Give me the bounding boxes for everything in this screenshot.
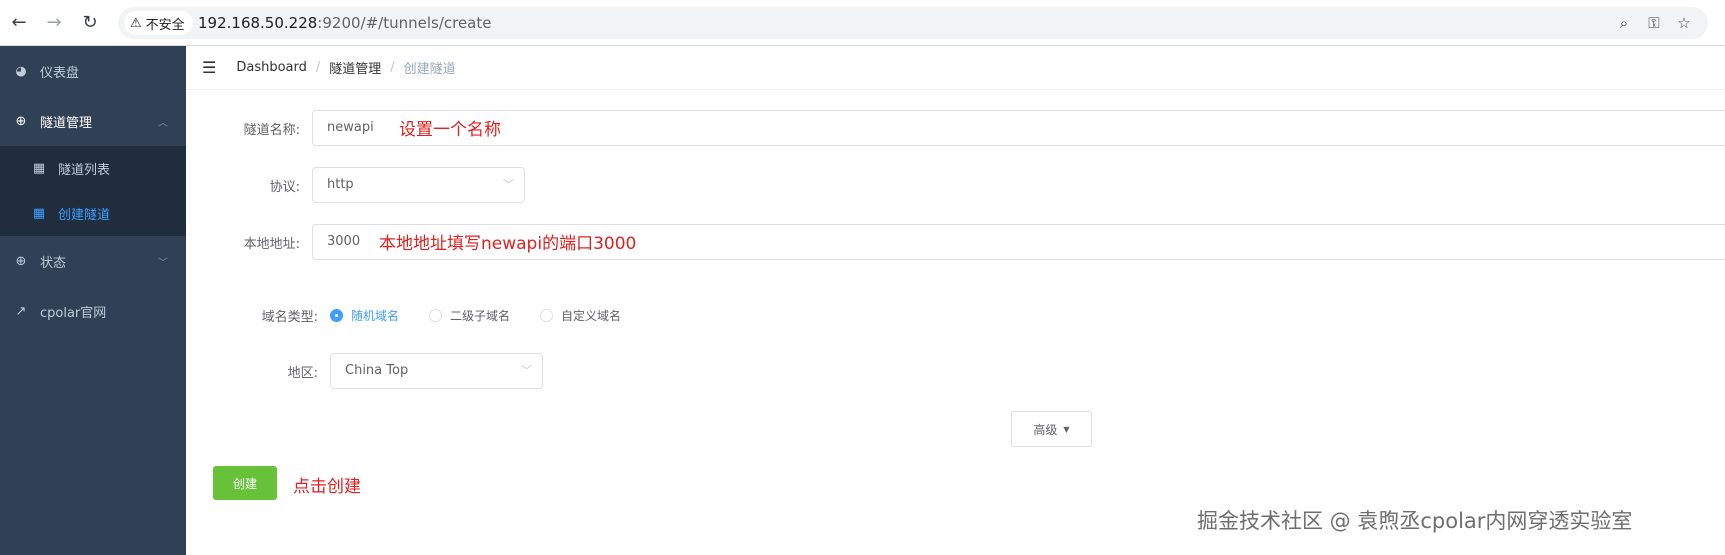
sidebar-item-tunnel-management[interactable]: ⊕ 隧道管理 ︿ <box>0 96 186 146</box>
forward-icon[interactable]: → <box>41 10 67 36</box>
protocol-value: http <box>327 177 354 192</box>
domain-type-label: 域名类型: <box>261 310 318 325</box>
url-host: 192.168.50.228 <box>198 14 318 32</box>
sidebar-item-label: cpolar官网 <box>40 305 107 321</box>
breadcrumb-separator: / <box>315 60 321 75</box>
radio-label: 二级子域名 <box>450 309 511 323</box>
submenu-tunnels: ▦ 隧道列表 ▦ 创建隧道 <box>0 146 186 236</box>
chevron-up-icon: ︿ <box>158 117 168 129</box>
sidebar-item-label: 隧道列表 <box>58 163 111 178</box>
plus-circle-icon: ⊕ <box>15 113 27 129</box>
grid-icon: ▦ <box>32 206 46 221</box>
advanced-button[interactable]: 高级 ▼ <box>1011 411 1092 447</box>
region-select[interactable]: China Top ﹀ <box>330 353 543 389</box>
region-value: China Top <box>345 363 409 378</box>
plus-circle-icon: ⊕ <box>15 253 27 269</box>
tunnel-name-label: 隧道名称: <box>243 123 300 138</box>
warning-icon: ⚠ <box>130 15 142 31</box>
sidebar-item-tunnel-list[interactable]: ▦ 隧道列表 <box>0 146 186 191</box>
radio-subdomain[interactable]: 二级子域名 <box>429 307 510 324</box>
sidebar-item-label: 状态 <box>40 255 67 271</box>
breadcrumb-tunnel-management[interactable]: 隧道管理 <box>329 58 381 77</box>
local-address-annotation: 本地地址填写newapi的端口3000 <box>379 234 637 254</box>
url-text[interactable]: 192.168.50.228:9200/#/tunnels/create <box>198 7 491 39</box>
address-bar[interactable]: ⚠ 不安全 192.168.50.228:9200/#/tunnels/crea… <box>118 7 1708 39</box>
radio-label: 随机域名 <box>351 309 400 323</box>
chevron-down-icon: ﹀ <box>521 364 532 377</box>
reload-icon[interactable]: ↻ <box>77 10 103 36</box>
create-button[interactable]: 创建 <box>213 466 277 500</box>
radio-circle <box>540 309 553 322</box>
browser-toolbar: ← → ↻ ⚠ 不安全 192.168.50.228:9200/#/tunnel… <box>0 0 1725 46</box>
breadcrumb-separator: / <box>390 60 395 75</box>
radio-label: 自定义域名 <box>561 309 622 323</box>
protocol-label: 协议: <box>269 180 300 195</box>
chevron-down-icon: ﹀ <box>158 257 168 269</box>
create-annotation: 点击创建 <box>293 477 361 497</box>
breadcrumb-dashboard[interactable]: Dashboard <box>236 60 307 75</box>
sidebar: ◕ 仪表盘 ⊕ 隧道管理 ︿ ▦ 隧道列表 ▦ 创建隧道 ⊕ 状态 ﹀ ↗ cp… <box>0 46 186 555</box>
back-icon[interactable]: ← <box>6 10 32 36</box>
bookmark-star-icon[interactable]: ☆ <box>1672 11 1696 35</box>
sidebar-item-cpolar-site[interactable]: ↗ cpolar官网 <box>0 286 186 336</box>
create-label: 创建 <box>232 476 257 491</box>
external-link-icon: ↗ <box>15 303 27 319</box>
zoom-icon[interactable]: ⌕ <box>1612 11 1636 35</box>
dashboard-icon: ◕ <box>15 63 27 79</box>
sidebar-item-label: 创建隧道 <box>58 208 111 223</box>
watermark: 掘金技术社区 @ 袁煦丞cpolar内网穿透实验室 <box>1197 509 1633 533</box>
radio-circle <box>330 309 343 322</box>
advanced-label: 高级 <box>1033 422 1058 437</box>
sidebar-item-create-tunnel[interactable]: ▦ 创建隧道 <box>0 191 186 236</box>
menu-toggle-icon[interactable]: ☰ <box>202 58 216 77</box>
caret-down-icon: ▼ <box>1063 424 1070 434</box>
key-icon[interactable]: ⚿ <box>1642 11 1666 35</box>
tunnel-name-input[interactable]: newapi <box>312 110 1725 146</box>
name-annotation: 设置一个名称 <box>399 120 501 140</box>
sidebar-item-status[interactable]: ⊕ 状态 ﹀ <box>0 236 186 286</box>
radio-random-domain[interactable]: 随机域名 <box>330 307 399 324</box>
security-chip[interactable]: ⚠ 不安全 <box>124 11 193 35</box>
grid-icon: ▦ <box>32 161 46 176</box>
sidebar-item-dashboard[interactable]: ◕ 仪表盘 <box>0 46 186 96</box>
radio-circle <box>429 309 442 322</box>
local-address-label: 本地地址: <box>243 237 300 252</box>
radio-custom-domain[interactable]: 自定义域名 <box>540 307 621 324</box>
breadcrumb-create-tunnel: 创建隧道 <box>403 62 456 77</box>
region-label: 地区: <box>287 366 318 381</box>
sidebar-item-label: 隧道管理 <box>40 115 93 131</box>
breadcrumb-bar: ☰ Dashboard / 隧道管理 / 创建隧道 <box>186 46 1725 90</box>
sidebar-item-label: 仪表盘 <box>40 65 80 81</box>
security-label: 不安全 <box>145 17 185 33</box>
protocol-select[interactable]: http ﹀ <box>312 167 525 203</box>
chevron-down-icon: ﹀ <box>503 178 514 191</box>
url-path: :9200/#/tunnels/create <box>317 14 492 32</box>
